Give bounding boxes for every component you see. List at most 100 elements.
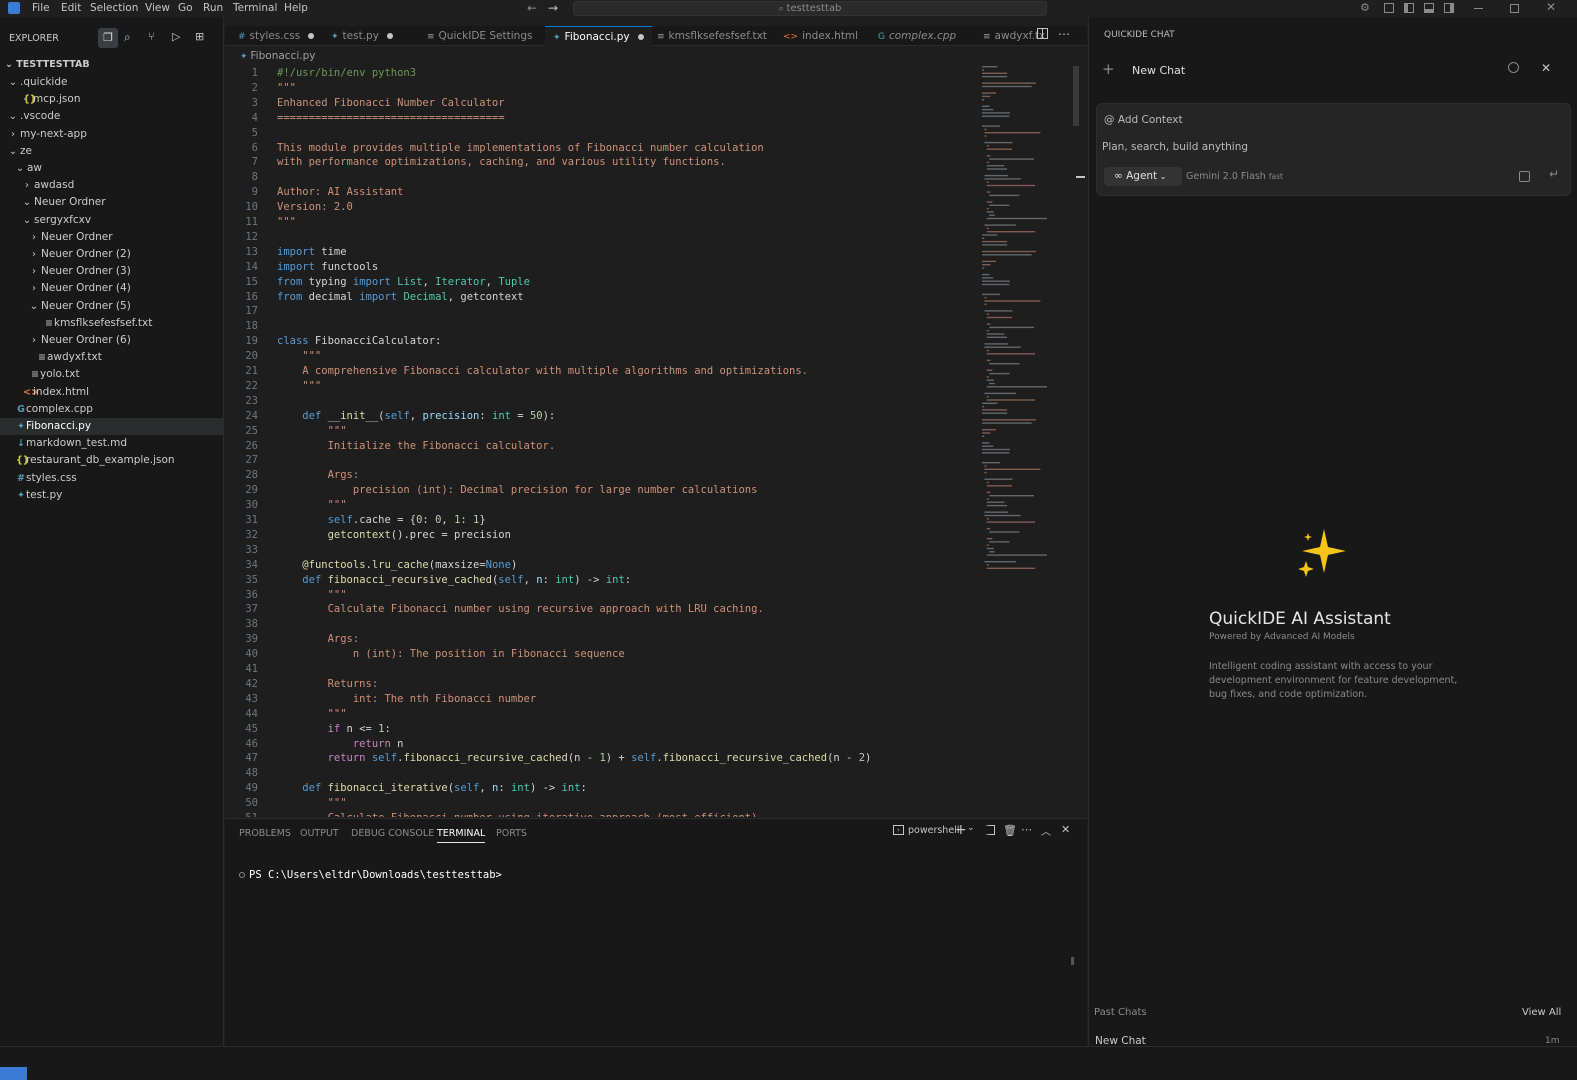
remote-indicator[interactable]	[0, 1067, 27, 1080]
maximize-panel-icon[interactable]: ︿	[1041, 823, 1051, 838]
minimap-line	[986, 547, 994, 550]
menu-item-help[interactable]: Help	[284, 2, 308, 14]
minimap[interactable]	[980, 64, 1072, 724]
view-all-link[interactable]: View All	[1522, 1007, 1561, 1018]
code-editor[interactable]: 1 #!/usr/bin/env python3 2 """ 3 Enhanced Fib…	[225, 64, 980, 817]
tree-folder[interactable]: ⌄ .vscode	[0, 108, 223, 125]
panel-tab-ports[interactable]: PORTS	[496, 828, 527, 839]
search-icon[interactable]: ⌕	[124, 30, 131, 45]
agent-mode-dropdown[interactable]: ∞ Agent ⌄	[1104, 167, 1182, 186]
panel-tab-problems[interactable]: PROBLEMS	[239, 828, 291, 839]
tree-folder[interactable]: ⌄ Neuer Ordner (5)	[0, 298, 223, 315]
minimap-line	[982, 66, 998, 68]
run-debug-icon[interactable]: ▷	[172, 30, 180, 43]
terminal-prompt[interactable]: PS C:\Users\eltdr\Downloads\testtesttab>	[239, 869, 502, 881]
tree-file[interactable]: <> index.html	[0, 384, 223, 401]
minimap-line	[982, 280, 1010, 282]
toggle-secondary-sidebar-icon[interactable]	[1444, 3, 1454, 13]
menu-item-edit[interactable]: Edit	[61, 2, 81, 14]
tree-file[interactable]: ≡ awdyxf.txt	[0, 349, 223, 366]
tree-file[interactable]: ≡ yolo.txt	[0, 366, 223, 383]
split-terminal-icon[interactable]	[985, 825, 995, 835]
kill-terminal-icon[interactable]: 🗑	[1003, 824, 1017, 837]
extensions-icon[interactable]: ⊞	[195, 30, 204, 43]
tree-folder[interactable]: › Neuer Ordner (6)	[0, 332, 223, 349]
panel-tab-debug-console[interactable]: DEBUG CONSOLE	[351, 828, 434, 839]
tree-file[interactable]: ✦ Fibonacci.py	[0, 418, 223, 435]
chevron-down-icon[interactable]: ⌄	[967, 823, 975, 833]
model-selector[interactable]: Gemini 2.0 Flash fast	[1186, 171, 1283, 182]
new-chat-icon[interactable]: +	[1102, 60, 1115, 78]
tree-folder[interactable]: › awdasd	[0, 177, 223, 194]
tree-file[interactable]: {} mcp.json	[0, 91, 223, 108]
source-control-icon[interactable]: ⑂	[148, 30, 155, 43]
menu-item-go[interactable]: Go	[178, 2, 193, 14]
nav-forward-icon[interactable]: →	[548, 1, 558, 15]
unsaved-dot-icon[interactable]	[308, 33, 315, 39]
tree-file[interactable]: Gcomplex.cpp	[0, 401, 223, 418]
panel-tab-output[interactable]: OUTPUT	[300, 828, 339, 839]
command-search-box[interactable]: ⌕ testtesttab	[573, 1, 1047, 16]
editor-tab[interactable]: # styles.css	[230, 26, 322, 46]
menu-item-file[interactable]: File	[32, 2, 50, 14]
new-terminal-icon[interactable]: +	[955, 822, 967, 838]
tree-file[interactable]: # styles.css	[0, 470, 223, 487]
unsaved-dot-icon[interactable]	[386, 33, 393, 39]
tree-folder[interactable]: › my-next-app	[0, 126, 223, 143]
tree-file[interactable]: {} restaurant_db_example.json	[0, 452, 223, 469]
editor-tab[interactable]: ✦ test.py	[323, 26, 401, 46]
terminal-shell-name[interactable]: powershell	[908, 825, 959, 836]
editor-tab[interactable]: <> index.html	[775, 26, 866, 46]
tree-folder[interactable]: ⌄ sergyxfcxv	[0, 212, 223, 229]
chat-input-field[interactable]: Plan, search, build anything	[1102, 141, 1248, 153]
settings-icon[interactable]: ⚙	[1360, 1, 1370, 14]
layout-icon[interactable]	[1384, 3, 1394, 13]
files-icon[interactable]: ❐	[98, 28, 118, 48]
menu-item-run[interactable]: Run	[203, 2, 223, 14]
close-panel-icon[interactable]: ✕	[1061, 823, 1070, 836]
toggle-sidebar-icon[interactable]	[1404, 3, 1414, 13]
tree-item-label: Neuer Ordner (3)	[41, 265, 131, 278]
tree-folder[interactable]: ⌄ aw	[0, 160, 223, 177]
editor-tab[interactable]: ≡ kmsflksefesfsef.txt	[649, 26, 775, 46]
minimap-line	[986, 544, 989, 546]
explorer-root[interactable]: ⌄ TESTTESTTAB	[5, 59, 90, 70]
tree-file[interactable]: ≡ kmsflksefesfsef.txt	[0, 315, 223, 332]
menu-item-terminal[interactable]: Terminal	[233, 2, 277, 14]
more-actions-icon[interactable]: ⋯	[1021, 823, 1032, 836]
unsaved-dot-icon[interactable]	[637, 34, 644, 40]
editor-tab[interactable]: ≡ QuickIDE Settings	[419, 26, 540, 46]
tree-folder[interactable]: › Neuer Ordner (2)	[0, 246, 223, 263]
more-actions-icon[interactable]: ⋯	[1058, 27, 1070, 41]
minimap-line	[986, 323, 991, 325]
menu-item-view[interactable]: View	[145, 2, 170, 14]
attach-image-icon[interactable]	[1519, 171, 1530, 182]
chat-history-icon[interactable]	[1508, 62, 1519, 73]
close-chat-icon[interactable]: ✕	[1541, 61, 1551, 75]
close-window-icon[interactable]: ✕	[1546, 0, 1556, 14]
editor-tab[interactable]: ✦ Fibonacci.py	[545, 26, 652, 46]
minimap-slider[interactable]	[1073, 66, 1079, 126]
menu-item-selection[interactable]: Selection	[90, 2, 138, 14]
panel-tab-terminal[interactable]: TERMINAL	[437, 828, 486, 843]
tree-folder[interactable]: › Neuer Ordner	[0, 229, 223, 246]
editor-tab[interactable]: Gcomplex.cpp	[870, 26, 964, 46]
tree-folder[interactable]: ⌄ .quickide	[0, 74, 223, 91]
add-context-button[interactable]: @ Add Context	[1104, 114, 1183, 126]
tree-folder[interactable]: ⌄ Neuer Ordner	[0, 194, 223, 211]
tree-item-label: awdyxf.txt	[47, 351, 102, 364]
tree-file[interactable]: ↓ markdown_test.md	[0, 435, 223, 452]
file-type-icon: {}	[23, 94, 37, 106]
tree-file[interactable]: ✦ test.py	[0, 487, 223, 504]
tree-folder[interactable]: › Neuer Ordner (3)	[0, 263, 223, 280]
tree-folder[interactable]: ⌄ ze	[0, 143, 223, 160]
terminal-scrollbar[interactable]	[1071, 957, 1074, 965]
tree-folder[interactable]: › Neuer Ordner (4)	[0, 280, 223, 297]
breadcrumb[interactable]: ✦ Fibonacci.py	[240, 50, 315, 62]
maximize-icon[interactable]	[1510, 4, 1519, 13]
toggle-panel-icon[interactable]	[1424, 3, 1434, 13]
nav-back-icon[interactable]: ←	[527, 1, 537, 15]
minimize-icon[interactable]	[1474, 8, 1483, 9]
send-icon[interactable]: ↵	[1549, 167, 1559, 181]
chat-input-box[interactable]: @ Add Context Plan, search, build anythi…	[1096, 103, 1571, 196]
